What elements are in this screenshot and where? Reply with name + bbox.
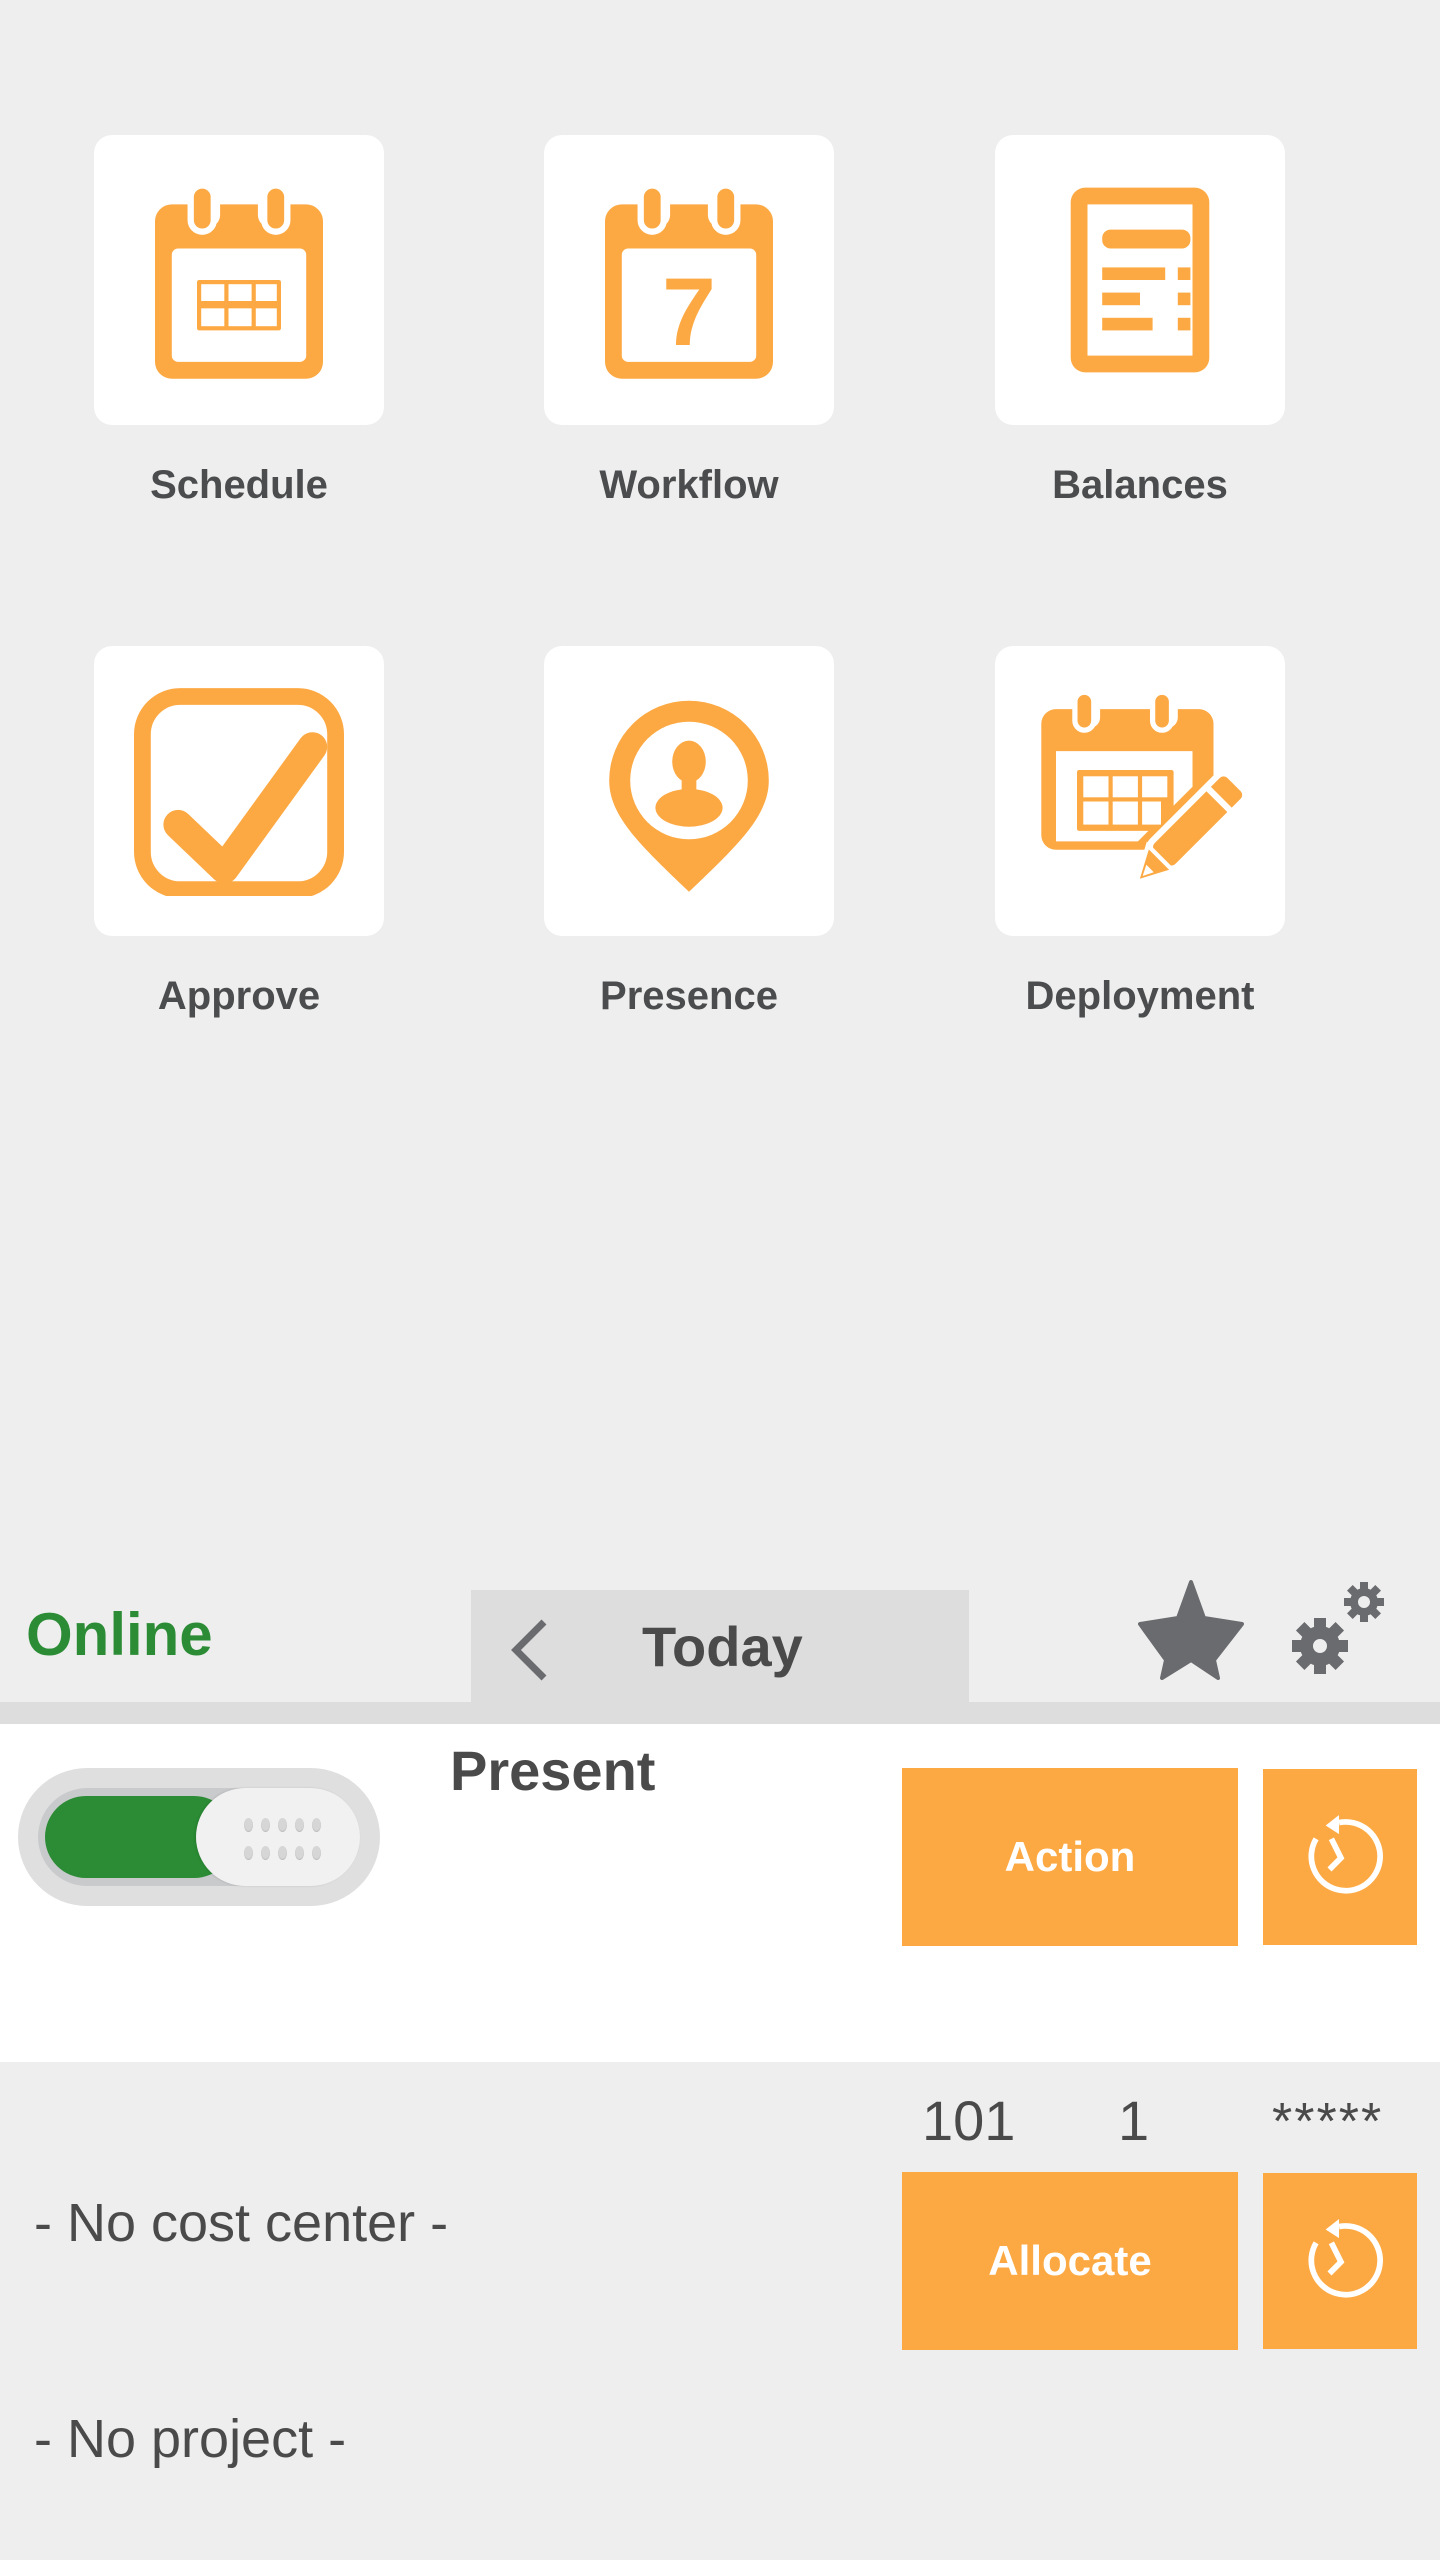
chevron-left-icon xyxy=(511,1619,547,1681)
previous-day-button[interactable] xyxy=(500,1610,560,1690)
workflow-button[interactable]: 7 xyxy=(544,135,834,425)
checkbox-checked-icon xyxy=(134,688,344,896)
tile-schedule[interactable]: Schedule xyxy=(94,135,384,508)
toggle-knob[interactable] xyxy=(196,1788,360,1886)
tile-label: Approve xyxy=(157,974,321,1018)
star-icon xyxy=(1138,1580,1244,1680)
tile-balances[interactable]: Balances xyxy=(995,135,1285,508)
project-selector[interactable]: - No project - xyxy=(34,2408,346,2470)
schedule-button[interactable] xyxy=(94,135,384,425)
calendar-edit-icon xyxy=(1041,689,1245,886)
calendar-grid-icon xyxy=(155,182,323,379)
action-history-button[interactable] xyxy=(1263,1769,1417,1945)
allocation-value: ***** xyxy=(1272,2093,1384,2151)
date-label: Today xyxy=(642,1615,803,1678)
divider xyxy=(0,1702,1440,1724)
action-button[interactable]: Action xyxy=(902,1768,1238,1946)
allocation-value: 1 xyxy=(1118,2089,1150,2152)
tile-approve[interactable]: Approve xyxy=(94,646,384,1019)
tile-deployment[interactable]: Deployment xyxy=(995,646,1285,1019)
connection-status: Online xyxy=(26,1601,213,1668)
tile-label: Presence xyxy=(600,974,778,1018)
tile-label: Workflow xyxy=(599,463,779,507)
allocation-value: 101 xyxy=(922,2089,1016,2152)
presence-state-label: Present xyxy=(450,1739,656,1802)
favorites-button[interactable] xyxy=(1138,1578,1244,1680)
balances-button[interactable] xyxy=(995,135,1285,425)
calendar-day-7-icon: 7 xyxy=(605,182,773,379)
presence-button[interactable] xyxy=(544,646,834,936)
clock-history-icon xyxy=(1308,1814,1383,1894)
deployment-button[interactable] xyxy=(995,646,1285,936)
gears-icon xyxy=(1292,1582,1384,1674)
allocate-history-button[interactable] xyxy=(1263,2173,1417,2349)
knob-grip xyxy=(244,1818,329,1860)
tile-presence[interactable]: Presence xyxy=(544,646,834,1019)
location-person-icon xyxy=(609,700,769,892)
approve-button[interactable] xyxy=(94,646,384,936)
tile-label: Deployment xyxy=(1025,974,1255,1018)
tile-label: Schedule xyxy=(150,463,328,507)
allocate-button[interactable]: Allocate xyxy=(902,2172,1238,2350)
cost-center-selector[interactable]: - No cost center - xyxy=(34,2192,448,2254)
svg-text:7: 7 xyxy=(662,259,716,366)
document-list-icon xyxy=(1070,187,1210,373)
tile-workflow[interactable]: 7 Workflow xyxy=(544,135,834,508)
settings-button[interactable] xyxy=(1286,1572,1394,1682)
presence-toggle[interactable] xyxy=(18,1768,380,1906)
tile-label: Balances xyxy=(1052,463,1228,507)
clock-history-icon xyxy=(1308,2218,1383,2298)
